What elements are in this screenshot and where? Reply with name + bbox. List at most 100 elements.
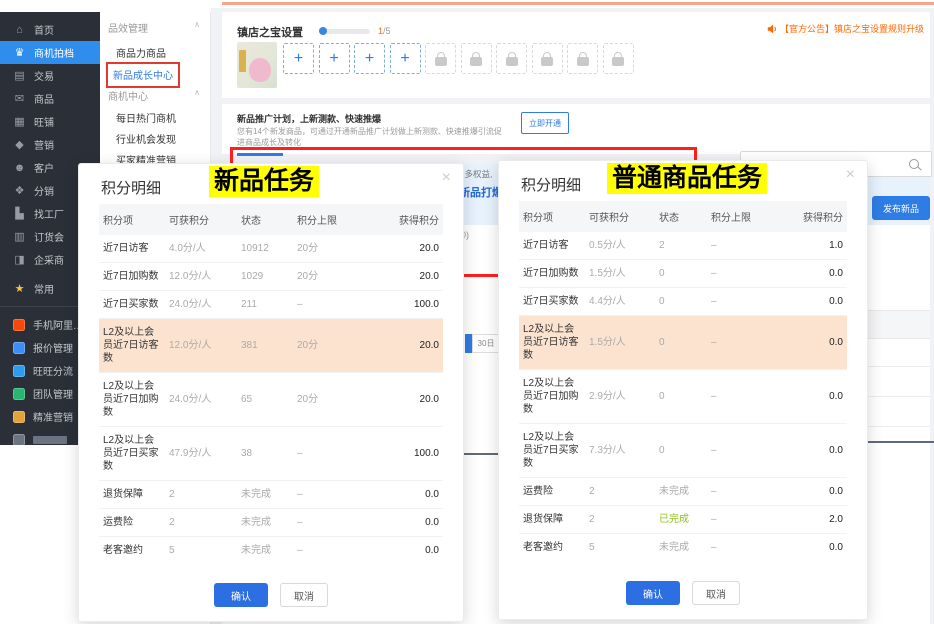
background-table-header	[866, 310, 930, 339]
add-treasure-slot-button[interactable]: +	[354, 43, 385, 74]
activate-now-button[interactable]: 立即开通	[521, 112, 569, 134]
cell-points-got: 20.0	[367, 373, 443, 427]
col-header: 获得积分	[777, 201, 847, 232]
menu-item-product-power[interactable]: 商品力商品	[116, 45, 166, 60]
cell-points-cap: –	[707, 316, 777, 370]
cancel-button[interactable]: 取消	[280, 583, 328, 607]
menu-item-industry-opportunity[interactable]: 行业机会发现	[116, 131, 176, 146]
add-treasure-slot-button[interactable]: +	[390, 43, 421, 74]
cell-points-cap: 20分	[293, 373, 367, 427]
range-selected-sliver	[465, 334, 472, 353]
cell-point-item: 近7日加购数	[99, 263, 165, 291]
cell-point-item: 运费险	[99, 509, 165, 537]
collapse-icon: ∧	[194, 20, 200, 35]
locked-slot	[532, 43, 563, 74]
points-table-row: 退货保障 2 已完成 – 2.0	[519, 506, 847, 534]
cell-status: 0	[655, 316, 707, 370]
official-announcement-link[interactable]: 【官方公告】镇店之宝设置规则升级	[767, 22, 924, 35]
locked-slot	[567, 43, 598, 74]
add-treasure-slot-button[interactable]: +	[319, 43, 350, 74]
cell-points-got: 1.0	[777, 232, 847, 260]
plugin-label: 团队管理	[33, 386, 73, 401]
close-icon[interactable]: ×	[442, 169, 451, 187]
plugin-icon	[13, 388, 25, 400]
sidebar-item[interactable]: ✉ 商品	[0, 87, 100, 110]
sidebar-item-icon: ▤	[13, 69, 26, 82]
cell-status: 1029	[237, 263, 293, 291]
confirm-button[interactable]: 确认	[214, 583, 268, 607]
product-thumbnail[interactable]	[237, 42, 277, 88]
menu-item-daily-hot[interactable]: 每日热门商机	[116, 110, 176, 125]
col-header: 积分上限	[293, 204, 367, 235]
sidebar-item[interactable]: ▤ 交易	[0, 64, 100, 87]
sidebar-item-label: 商品	[34, 91, 54, 106]
cell-status: 未完成	[237, 509, 293, 537]
cancel-button[interactable]: 取消	[692, 581, 740, 605]
plugin-icon	[13, 411, 25, 423]
sidebar-item[interactable]: ▦ 旺铺	[0, 110, 100, 133]
sidebar-item-icon: ◨	[13, 253, 26, 266]
add-treasure-slot-button[interactable]: +	[283, 43, 314, 74]
plugin-icon	[13, 342, 25, 354]
cell-points-per: 4.4分/人	[585, 288, 655, 316]
modal-title: 积分明细	[101, 177, 161, 198]
sidebar-item-icon: ◆	[13, 138, 26, 151]
points-table-row: L2及以上会员近7日访客数 12.0分/人 381 20分 20.0	[99, 319, 443, 373]
menu-group-opportunity[interactable]: 商机中心 ∧	[108, 88, 200, 103]
promo-description: 您有14个新发商品，可通过开通新品推广计划做上新测款、快速推爆引流促进商品成长及…	[237, 126, 509, 148]
points-table-row: L2及以上会员近7日加购数 24.0分/人 65 20分 20.0	[99, 373, 443, 427]
cell-status: 未完成	[655, 478, 707, 506]
confirm-button[interactable]: 确认	[626, 581, 680, 605]
cell-points-got: 0.0	[777, 316, 847, 370]
cell-status: 0	[655, 260, 707, 288]
col-header: 状态	[655, 201, 707, 232]
sidebar-item-icon: ▥	[13, 230, 26, 243]
cell-point-item: 近7日买家数	[519, 288, 585, 316]
cell-point-item: L2及以上会员近7日买家数	[99, 427, 165, 481]
points-table-row: 近7日加购数 12.0分/人 1029 20分 20.0	[99, 263, 443, 291]
menu-group-quality[interactable]: 品效管理 ∧	[108, 20, 200, 35]
range-30d-button[interactable]: 30日	[472, 334, 500, 353]
yellow-annotation-normal-task: 普通商品任务	[607, 163, 767, 194]
cell-points-cap: –	[293, 537, 367, 565]
points-table-row: 近7日访客 4.0分/人 10912 20分 20.0	[99, 235, 443, 263]
points-table-row: 退货保障 2 未完成 – 0.0	[99, 481, 443, 509]
points-table-row: L2及以上会员近7日加购数 2.9分/人 0 – 0.0	[519, 370, 847, 424]
star-icon: ★	[13, 282, 26, 295]
cell-status: 0	[655, 370, 707, 424]
sidebar-item-label: 客户	[34, 160, 54, 175]
lock-icon	[577, 57, 589, 66]
cell-points-cap: 20分	[293, 263, 367, 291]
sidebar-item-icon: ▙	[13, 207, 26, 220]
cell-points-got: 20.0	[367, 263, 443, 291]
publish-new-product-button[interactable]: 发布新品	[872, 196, 930, 220]
cell-point-item: 近7日买家数	[99, 291, 165, 319]
col-header: 可获积分	[585, 201, 655, 232]
sidebar-item[interactable]: ⌂ 首页	[0, 18, 100, 41]
sidebar-item-icon: ☻	[13, 162, 26, 174]
cell-points-per: 4.0分/人	[165, 235, 237, 263]
sidebar-item[interactable]: ♛ 商机拍档	[0, 41, 100, 64]
treasure-settings-card: 镇店之宝设置 1 /5 【官方公告】镇店之宝设置规则升级 + + + +	[222, 12, 930, 98]
close-icon[interactable]: ×	[846, 166, 855, 184]
points-table-row: 近7日买家数 24.0分/人 211 – 100.0	[99, 291, 443, 319]
plugin-icon	[13, 319, 25, 331]
progress-dot	[319, 27, 327, 35]
collapse-icon: ∧	[194, 88, 200, 103]
cell-status: 0	[655, 424, 707, 478]
points-table-row: 运费险 2 未完成 – 0.0	[99, 509, 443, 537]
cell-point-item: 近7日访客	[99, 235, 165, 263]
cell-status: 38	[237, 427, 293, 481]
cell-points-per: 2	[585, 506, 655, 534]
col-header: 获得积分	[367, 204, 443, 235]
treasure-progress: 1 /5	[319, 26, 391, 36]
points-table-row: L2及以上会员近7日买家数 7.3分/人 0 – 0.0	[519, 424, 847, 478]
sidebar-item[interactable]: ◆ 营销	[0, 133, 100, 156]
partial-plugin-icon	[13, 434, 25, 446]
sidebar-item-label: 订货会	[34, 229, 64, 244]
cell-status: 2	[655, 232, 707, 260]
cell-status: 未完成	[655, 534, 707, 562]
cell-points-got: 0.0	[367, 481, 443, 509]
menu-item-new-product-center[interactable]: 新品成长中心	[113, 71, 173, 82]
cell-points-got: 20.0	[367, 319, 443, 373]
